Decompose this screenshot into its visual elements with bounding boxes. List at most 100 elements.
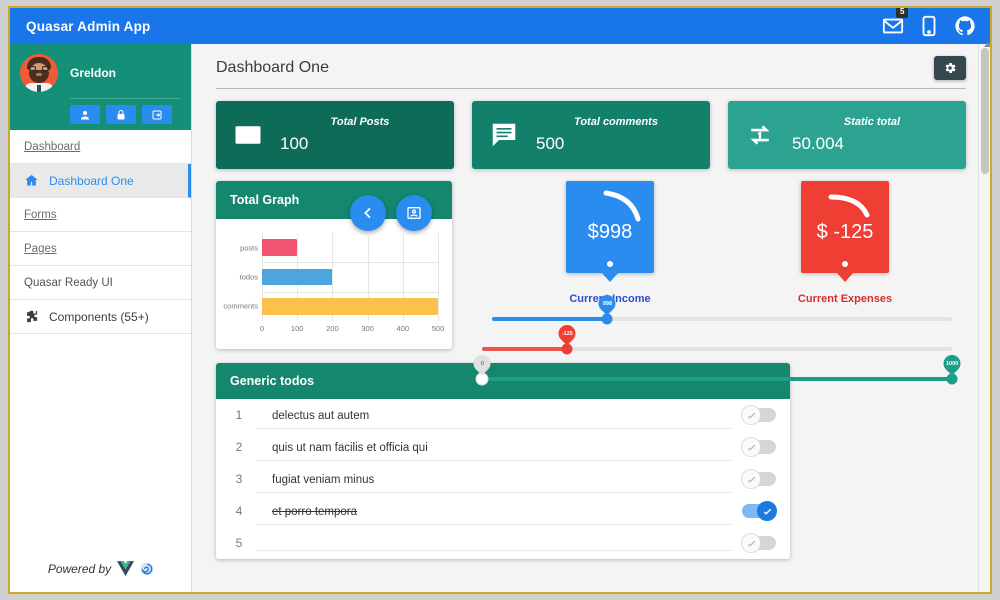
range-slider-fill (482, 377, 952, 381)
sidebar-section-pages[interactable]: Pages (10, 232, 191, 266)
todo-number: 5 (226, 536, 252, 550)
chart-bar[interactable] (262, 298, 438, 314)
expenses-slider[interactable]: -125 (482, 347, 952, 351)
powered-by-label: Powered by (48, 562, 111, 576)
stat-card-total-posts[interactable]: Total Posts 100 (216, 101, 454, 169)
todo-row[interactable]: 1 delectus aut autem (216, 399, 790, 431)
lock-icon (115, 109, 127, 121)
quasar-logo-icon (140, 562, 154, 576)
toggle-thumb (757, 501, 777, 521)
todo-text (256, 536, 732, 551)
expenses-pin-value: -125 (561, 331, 572, 337)
chart-bar-row: todos (262, 262, 438, 291)
avatar (20, 54, 58, 92)
todo-row[interactable]: 4et porro tempora (216, 495, 790, 527)
current-income-value: $998 (566, 221, 654, 244)
home-icon (24, 173, 39, 188)
settings-button[interactable] (934, 56, 966, 80)
todo-number: 4 (226, 504, 252, 518)
person-icon (79, 109, 91, 121)
current-expenses-caption: Current Expenses (785, 293, 905, 305)
sidebar: Greldon (10, 44, 192, 592)
phone-icon[interactable] (918, 15, 940, 37)
todo-list: 1 delectus aut autem 2 quis ut nam facilis … (216, 399, 790, 559)
todo-number: 1 (226, 408, 252, 422)
chart-x-tick: 100 (291, 324, 304, 333)
scroll-up-arrow-icon (984, 42, 992, 47)
mail-icon-wrap[interactable]: 5 (882, 15, 904, 37)
comment-icon (489, 120, 519, 150)
app-title: Quasar Admin App (26, 19, 150, 34)
todo-text: fugiat veniam minus (256, 466, 732, 493)
sidebar-item-components[interactable]: Components (55+) (10, 300, 191, 334)
todo-row[interactable]: 5 (216, 527, 790, 559)
todo-text: delectus aut autem (256, 402, 732, 429)
toggle-thumb (741, 533, 761, 553)
mail-icon[interactable] (882, 15, 904, 37)
stat-card-total-comments[interactable]: Total comments 500 (472, 101, 710, 169)
generic-todos-card: Generic todos 1delectus aut autem2quis u… (216, 363, 790, 559)
stat-card-static-total[interactable]: Static total 50.004 (728, 101, 966, 169)
appbar-icons: 5 (882, 15, 976, 37)
todo-toggle[interactable] (742, 472, 776, 486)
current-expenses-value: $ -125 (801, 221, 889, 244)
stat-body: Total comments 500 (536, 116, 710, 154)
chart-x-tick: 500 (432, 324, 445, 333)
todo-toggle[interactable] (742, 504, 776, 518)
scrollbar-thumb[interactable] (981, 48, 989, 174)
check-icon (746, 410, 757, 421)
chart-y-tick: todos (240, 272, 258, 281)
stat-icon-wrap (472, 120, 536, 150)
todo-row[interactable]: 2 quis ut nam facilis et officia qui (216, 431, 790, 463)
todo-number: 3 (226, 472, 252, 486)
account-button[interactable] (70, 105, 100, 124)
logout-button[interactable] (142, 105, 172, 124)
sidebar-section-dashboard[interactable]: Dashboard (10, 130, 191, 164)
income-pin-value: 998 (602, 301, 611, 307)
sidebar-item-dashboard-one[interactable]: Dashboard One (10, 164, 191, 198)
current-expenses-card: $ -125 (801, 181, 889, 273)
lock-button[interactable] (106, 105, 136, 124)
todo-number: 2 (226, 440, 252, 454)
chart-x-tick: 0 (260, 324, 264, 333)
income-slider[interactable]: 998 (492, 317, 952, 321)
profile-top: Greldon (20, 54, 181, 92)
profile-divider (70, 98, 181, 99)
stat-value: 50.004 (792, 134, 952, 154)
page-title: Dashboard One (216, 59, 329, 77)
chart-bar-row: posts (262, 233, 438, 262)
money-widgets: $998 Current Income $ -125 Current Expen… (470, 181, 966, 349)
page-header: Dashboard One (192, 44, 990, 80)
stat-label: Total comments (536, 116, 696, 128)
chart-bar[interactable] (262, 239, 297, 255)
github-icon[interactable] (954, 15, 976, 37)
sidebar-section-forms[interactable]: Forms (10, 198, 191, 232)
todo-toggle[interactable] (742, 440, 776, 454)
check-icon (762, 506, 773, 517)
toggle-thumb (741, 405, 761, 425)
vertical-scrollbar[interactable] (978, 44, 990, 592)
todo-text: quis ut nam facilis et officia qui (256, 434, 732, 461)
stat-label: Total Posts (280, 116, 440, 128)
stat-icon-wrap (728, 120, 792, 150)
range-min-pin-value: 0 (480, 361, 483, 367)
stat-icon-wrap (216, 120, 280, 150)
todo-row[interactable]: 3 fugiat veniam minus (216, 463, 790, 495)
toggle-thumb (741, 437, 761, 457)
chart-y-tick: comments (223, 302, 258, 311)
todo-toggle[interactable] (742, 408, 776, 422)
check-icon (746, 538, 757, 549)
profile-name: Greldon (70, 66, 116, 80)
browser-frame: Quasar Admin App 5 (8, 6, 992, 594)
current-income-card: $998 (566, 181, 654, 273)
range-slider[interactable]: 0 1000 (482, 377, 952, 381)
sidebar-item-label: Components (55+) (49, 310, 149, 324)
range-max-pin-value: 1000 (946, 361, 958, 367)
chart-x-tick: 400 (397, 324, 410, 333)
chart-y-tick: posts (240, 243, 258, 252)
stat-body: Total Posts 100 (280, 116, 454, 154)
chart-bar[interactable] (262, 269, 332, 285)
todo-toggle[interactable] (742, 536, 776, 550)
vue-logo-icon (117, 561, 134, 576)
chart-x-tick: 300 (361, 324, 374, 333)
